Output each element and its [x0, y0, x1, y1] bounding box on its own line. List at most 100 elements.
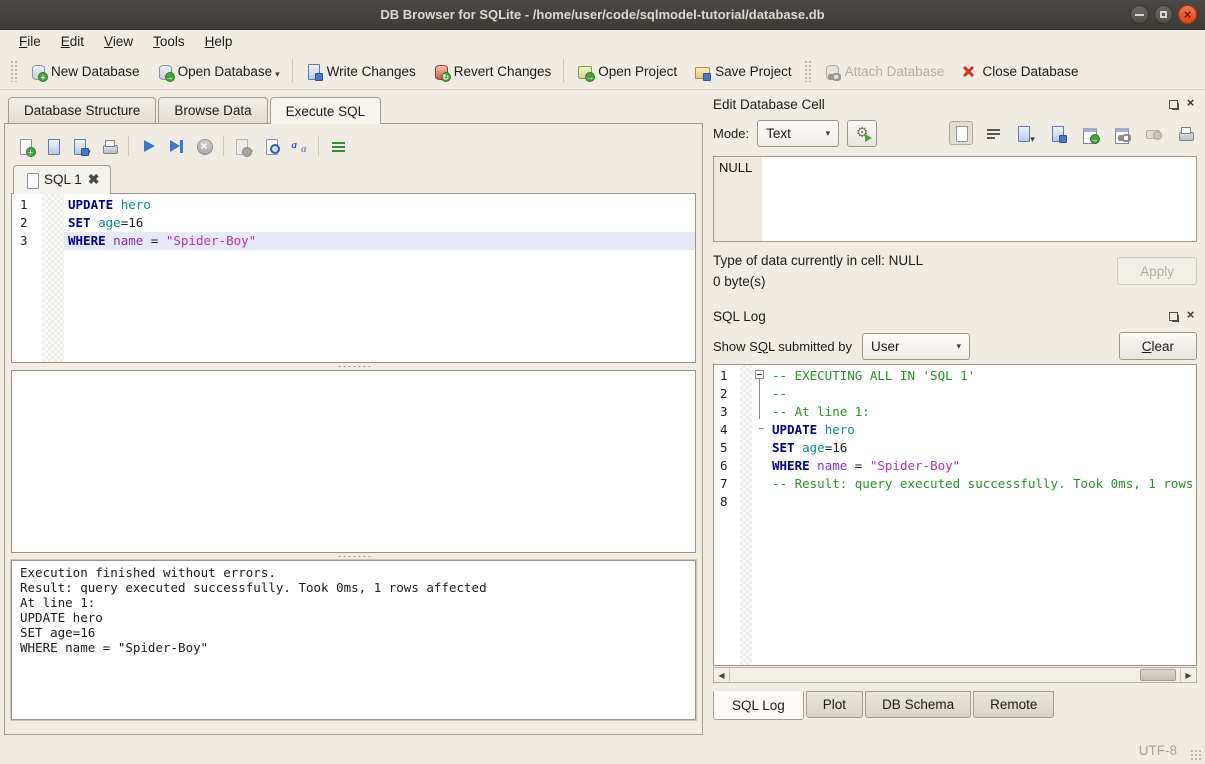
- log-token: UPDATE: [772, 422, 817, 437]
- minimize-icon: [1135, 14, 1144, 16]
- open-project-button[interactable]: → Open Project: [568, 58, 685, 85]
- log-token: -- EXECUTING ALL IN 'SQL 1': [772, 368, 975, 383]
- clear-log-button[interactable]: Clear: [1119, 332, 1197, 360]
- maximize-button[interactable]: [1154, 5, 1173, 24]
- log-token: age: [802, 440, 825, 455]
- menu-edit[interactable]: Edit: [52, 32, 93, 51]
- export-cell-data-button[interactable]: [1045, 121, 1069, 145]
- open-database-dropdown-icon[interactable]: ▾: [275, 69, 280, 80]
- line-number: 6: [720, 457, 740, 475]
- new-database-label: New Database: [51, 64, 140, 79]
- sql-file-tab[interactable]: SQL 1 ✖: [13, 165, 111, 194]
- tab-db-schema[interactable]: DB Schema: [865, 691, 971, 718]
- sql-log-filter-row: Show SQL submitted by User ▾ Clear: [713, 328, 1197, 364]
- save-project-button[interactable]: Save Project: [685, 58, 800, 85]
- write-changes-icon: [305, 63, 322, 80]
- save-sql-file-button[interactable]: ▾: [69, 134, 93, 158]
- attach-database-button: Attach Database: [815, 58, 953, 85]
- execute-line-button[interactable]: [164, 134, 188, 158]
- clear-label: Clear: [1142, 339, 1174, 354]
- execute-all-icon: [140, 138, 157, 155]
- line-number: 3: [720, 403, 740, 421]
- menu-help[interactable]: Help: [196, 32, 242, 51]
- find-replace-button[interactable]: [287, 134, 311, 158]
- revert-changes-label: Revert Changes: [454, 64, 552, 79]
- close-sql-tab-icon[interactable]: ✖: [88, 171, 100, 188]
- new-sql-tab-button[interactable]: +: [13, 134, 37, 158]
- scroll-right-icon[interactable]: ▶: [1180, 668, 1196, 682]
- close-button[interactable]: ×: [1178, 5, 1197, 24]
- tab-sql-log[interactable]: SQL Log: [713, 691, 804, 720]
- copy-link-button[interactable]: [1109, 121, 1133, 145]
- line-number: 2: [20, 214, 42, 232]
- link-icon: [1113, 125, 1130, 142]
- resize-grip-icon[interactable]: [1190, 749, 1202, 761]
- find-button[interactable]: [259, 134, 283, 158]
- cell-info-row: Type of data currently in cell: NULL 0 b…: [713, 250, 1197, 292]
- menu-tools[interactable]: Tools: [144, 32, 194, 51]
- sql-editor[interactable]: 1 2 3 UPDATE hero SET age=16 WHERE name …: [11, 193, 696, 363]
- mode-label: Mode:: [713, 126, 749, 141]
- collapse-fold-icon[interactable]: [755, 370, 764, 379]
- new-database-button[interactable]: + New Database: [21, 58, 148, 85]
- auto-apply-button[interactable]: [847, 120, 877, 147]
- submitter-value: User: [871, 339, 900, 354]
- scrollbar-thumb[interactable]: [1140, 669, 1176, 681]
- submitter-select[interactable]: User ▾: [862, 333, 970, 360]
- open-database-icon: →: [156, 63, 173, 80]
- results-pane: [11, 370, 696, 553]
- toolbar-drag-handle: [804, 60, 811, 82]
- save-sql-file-icon: [71, 138, 88, 155]
- tab-plot[interactable]: Plot: [806, 691, 863, 718]
- open-sql-file-icon: [45, 138, 62, 155]
- mode-select[interactable]: Text ▾: [757, 120, 839, 147]
- pane-splitter[interactable]: [11, 363, 696, 370]
- import-cell-data-button[interactable]: ▾: [1013, 121, 1037, 145]
- toolbar-separator: [128, 136, 129, 156]
- log-token: SET: [772, 440, 795, 455]
- minimize-button[interactable]: [1130, 5, 1149, 24]
- menu-file[interactable]: File: [10, 32, 50, 51]
- cell-value-editor[interactable]: NULL: [713, 156, 1197, 242]
- message-line: Execution finished without errors.: [20, 565, 687, 580]
- tab-database-structure[interactable]: Database Structure: [8, 97, 156, 123]
- word-wrap-button[interactable]: [981, 121, 1005, 145]
- menu-view[interactable]: View: [95, 32, 142, 51]
- text-mode-button[interactable]: [949, 121, 973, 145]
- apply-label: Apply: [1140, 264, 1174, 279]
- close-panel-icon[interactable]: [1184, 310, 1197, 323]
- revert-changes-button[interactable]: ↻ Revert Changes: [424, 58, 560, 85]
- sql-editor-toolbar: + ▾ ▾: [11, 129, 696, 163]
- scroll-left-icon[interactable]: ◀: [714, 668, 730, 682]
- pane-splitter[interactable]: [11, 553, 696, 560]
- float-panel-icon[interactable]: [1167, 310, 1180, 323]
- code-area[interactable]: UPDATE hero SET age=16 WHERE name = "Spi…: [64, 194, 695, 362]
- sql-log-view[interactable]: 1 2 3 4 5 6 7 8 -- EXECUTING ALL IN 'SQL…: [713, 364, 1197, 666]
- tab-browse-data[interactable]: Browse Data: [158, 97, 267, 123]
- word-wrap-icon: [985, 125, 1002, 142]
- open-external-button[interactable]: →: [1077, 121, 1101, 145]
- print-sql-button[interactable]: [97, 134, 121, 158]
- tab-execute-sql[interactable]: Execute SQL: [270, 97, 382, 124]
- write-changes-button[interactable]: Write Changes: [297, 58, 424, 85]
- sql-tab-label: SQL 1: [44, 172, 82, 187]
- execution-message-pane: Execution finished without errors. Resul…: [11, 560, 696, 720]
- print-cell-button[interactable]: [1173, 121, 1197, 145]
- open-sql-file-button[interactable]: [41, 134, 65, 158]
- line-number: 2: [720, 385, 740, 403]
- code-token: =16: [121, 215, 144, 230]
- float-panel-icon[interactable]: [1167, 98, 1180, 111]
- close-panel-icon[interactable]: [1184, 98, 1197, 111]
- tab-remote[interactable]: Remote: [973, 691, 1054, 718]
- execute-line-icon: [168, 138, 185, 155]
- format-sql-button[interactable]: [326, 134, 350, 158]
- gear-icon: [854, 125, 871, 142]
- fold-line: [759, 374, 760, 419]
- log-token: -- At line 1:: [772, 404, 870, 419]
- set-null-button: [1141, 121, 1165, 145]
- log-token: =: [847, 458, 870, 473]
- log-horizontal-scrollbar[interactable]: ◀ ▶: [713, 667, 1197, 683]
- open-database-button[interactable]: → Open Database ▾: [148, 58, 288, 85]
- execute-all-button[interactable]: [136, 134, 160, 158]
- close-database-button[interactable]: Close Database: [952, 58, 1086, 85]
